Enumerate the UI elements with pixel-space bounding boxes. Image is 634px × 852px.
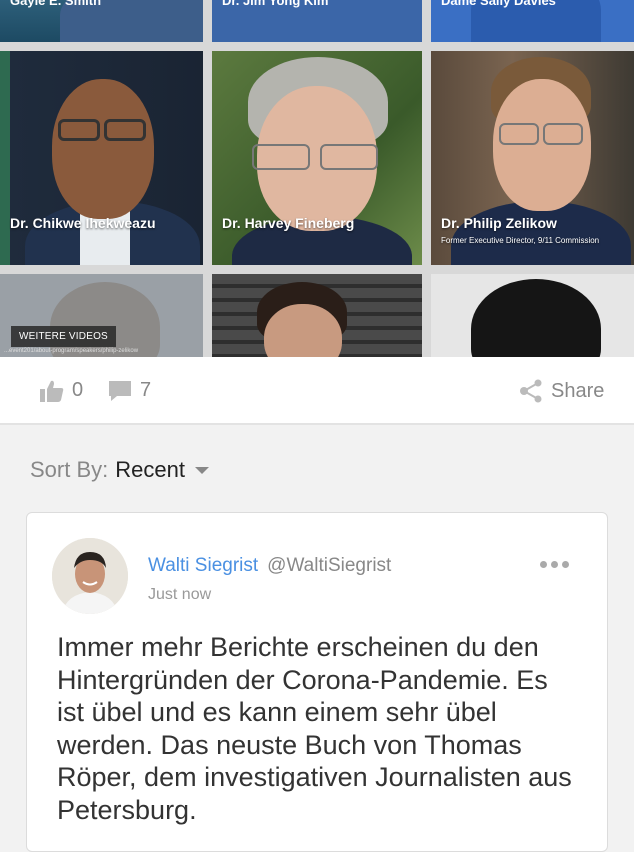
sort-dropdown[interactable]: Sort By: Recent [30,457,209,483]
comments-button[interactable]: 7 [108,379,151,402]
video-grid: Gayle E. Smith Dr. Jim Yong Kim Dame Sal… [0,0,634,357]
comment-card: Walti Siegrist @WaltiSiegrist Just now I… [26,512,608,852]
comment-text: Immer mehr Berichte erscheinen du den Hi… [57,632,572,825]
speaker-tile[interactable]: Dame Sally Davies [431,0,634,42]
speech-bubble-icon [108,380,132,402]
comment-timestamp: Just now [148,586,212,603]
speaker-tile[interactable]: Dr. Chikwe Ihekweazu [0,51,203,265]
speaker-name: Dr. Philip Zelikow [441,215,557,231]
share-icon [519,379,543,403]
chevron-down-icon [194,466,209,474]
speaker-name: Dr. Harvey Fineberg [222,215,355,231]
speaker-name: Dr. Jim Yong Kim [222,0,329,8]
more-videos-button[interactable]: WEITERE VIDEOS [11,326,116,347]
thumbs-up-icon [40,380,64,402]
speaker-name: Gayle E. Smith [10,0,102,8]
speaker-tile[interactable]: Gayle E. Smith [0,0,203,42]
more-options-icon[interactable] [540,561,569,568]
sort-value: Recent [115,457,185,482]
speaker-name: Dame Sally Davies [441,0,556,8]
action-bar: 0 7 Share [0,357,634,425]
speaker-tile[interactable]: Dr. Harvey Fineberg [212,51,422,265]
share-label: Share [551,379,605,402]
like-button[interactable]: 0 [40,379,83,402]
share-button[interactable]: Share [519,379,604,403]
speaker-name: Dr. Chikwe Ihekweazu [10,215,156,231]
speaker-tile[interactable]: Dr. Philip Zelikow Former Executive Dire… [431,51,634,265]
speaker-tile[interactable]: Dr. Jim Yong Kim [212,0,422,42]
comment-count: 7 [140,379,152,401]
speaker-tile[interactable] [431,274,634,357]
comment-author: Walti Siegrist @WaltiSiegrist [148,555,391,577]
url-hint: ...event201/about-program/speakers/phili… [4,348,139,354]
speaker-subtitle: Former Executive Director, 9/11 Commissi… [441,236,600,245]
author-name[interactable]: Walti Siegrist [148,555,258,577]
author-handle[interactable]: @WaltiSiegrist [267,555,391,577]
avatar[interactable] [52,538,128,614]
sort-label: Sort By: [30,457,109,482]
like-count: 0 [72,379,84,401]
speaker-tile[interactable] [212,274,422,357]
